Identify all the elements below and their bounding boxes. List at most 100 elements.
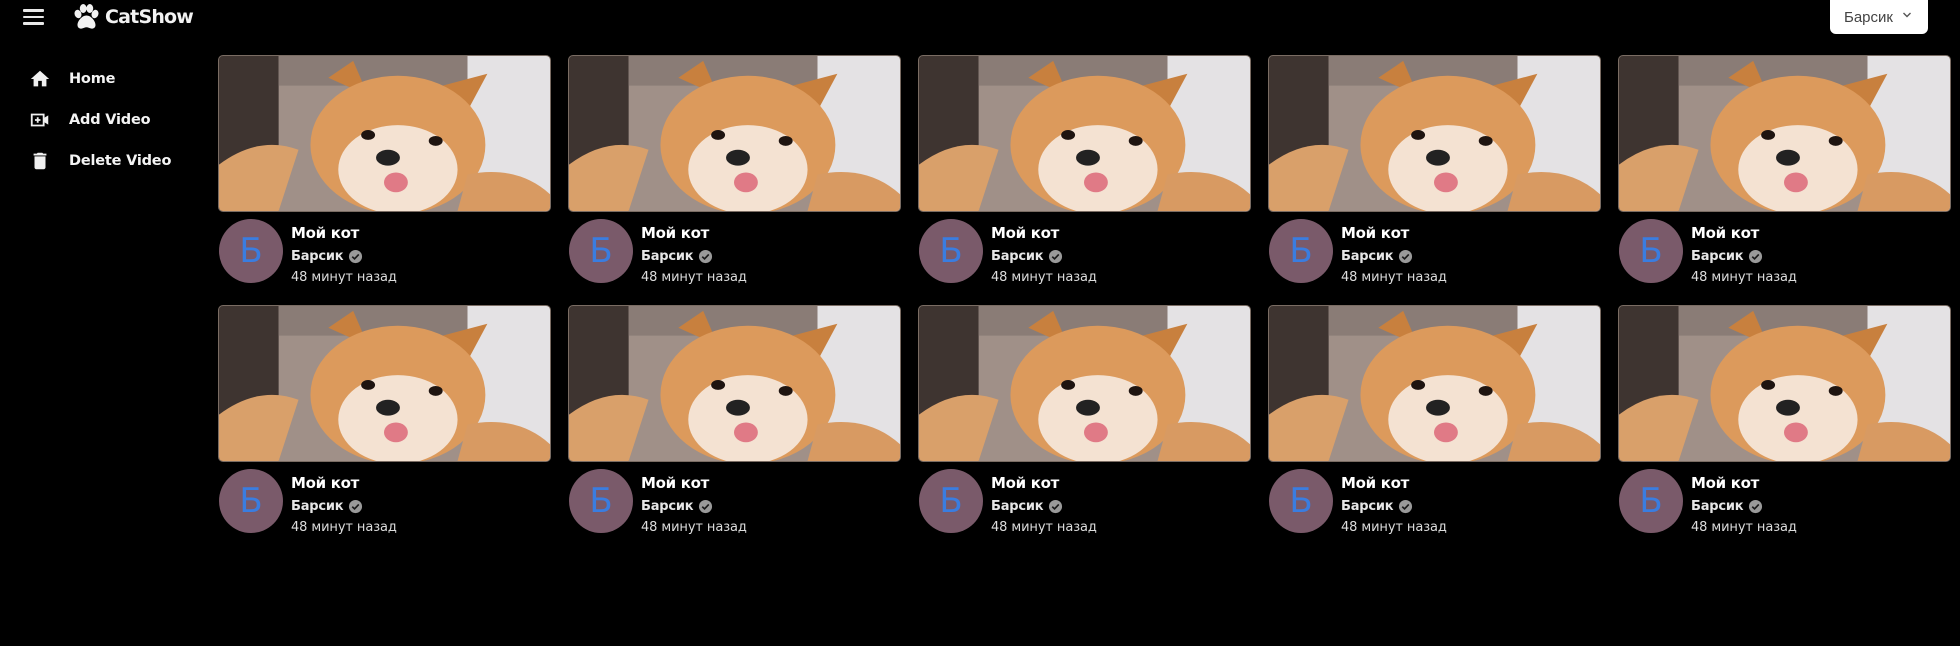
video-title[interactable]: Мой кот: [1341, 224, 1409, 242]
video-meta: Б Мой кот Барсик 48 минут назад: [218, 212, 551, 285]
video-card[interactable]: Б Мой кот Барсик 48 минут назад: [218, 305, 551, 535]
video-card[interactable]: Б Мой кот Барсик 48 минут назад: [568, 305, 901, 535]
verified-check-icon: [699, 249, 713, 264]
tongue: [384, 422, 408, 443]
video-card[interactable]: Б Мой кот Барсик 48 минут назад: [918, 55, 1251, 285]
video-card[interactable]: Б Мой кот Барсик 48 минут назад: [1268, 305, 1601, 535]
video-timestamp: 48 минут назад: [991, 520, 1097, 535]
avatar[interactable]: Б: [1619, 219, 1683, 283]
chevron-down-icon: [1903, 12, 1911, 18]
paw-icon: [74, 4, 99, 29]
video-title[interactable]: Мой кот: [1691, 224, 1759, 242]
video-title[interactable]: Мой кот: [991, 474, 1059, 492]
nose: [726, 399, 750, 416]
channel-label: Барсик: [641, 249, 694, 264]
avatar[interactable]: Б: [569, 219, 633, 283]
verified-check-icon: [1749, 249, 1763, 264]
video-card[interactable]: Б Мой кот Барсик 48 минут назад: [1268, 55, 1601, 285]
video-thumbnail[interactable]: [218, 55, 551, 212]
channel-label: Барсик: [1341, 249, 1394, 264]
eye-right: [1828, 385, 1843, 396]
video-title[interactable]: Мой кот: [291, 224, 359, 242]
video-thumbnail[interactable]: [218, 305, 551, 462]
video-meta: Б Мой кот Барсик 48 минут назад: [1268, 212, 1601, 285]
channel-label: Барсик: [291, 499, 344, 514]
video-grid: Б Мой кот Барсик 48 минут назад Б Мой ко…: [218, 55, 1952, 535]
video-title[interactable]: Мой кот: [991, 224, 1059, 242]
eye-left: [1761, 130, 1776, 140]
tongue: [734, 172, 758, 193]
nose: [1776, 399, 1800, 416]
dog-thumbnail-image: [1269, 306, 1600, 461]
video-thumbnail[interactable]: [1268, 305, 1601, 462]
eye-left: [361, 130, 376, 140]
video-thumbnail[interactable]: [568, 55, 901, 212]
eye-right: [1828, 135, 1843, 146]
dog-thumbnail-image: [919, 56, 1250, 211]
avatar-letter: Б: [589, 231, 613, 271]
sidebar-item-add-video[interactable]: Add Video: [0, 99, 200, 140]
channel-name[interactable]: Барсик: [1341, 249, 1413, 264]
nose: [376, 149, 400, 166]
video-meta: Б Мой кот Барсик 48 минут назад: [568, 462, 901, 535]
video-title[interactable]: Мой кот: [1691, 474, 1759, 492]
video-meta: Б Мой кот Барсик 48 минут назад: [1618, 462, 1951, 535]
avatar[interactable]: Б: [219, 219, 283, 283]
channel-name[interactable]: Барсик: [1691, 499, 1763, 514]
avatar[interactable]: Б: [219, 469, 283, 533]
account-dropdown-button[interactable]: Барсик: [1830, 0, 1928, 34]
tongue: [1084, 422, 1108, 443]
video-thumbnail[interactable]: [1268, 55, 1601, 212]
eye-left: [361, 380, 376, 390]
hamburger-menu-icon[interactable]: [22, 6, 46, 28]
eye-right: [428, 385, 443, 396]
video-thumbnail[interactable]: [1618, 305, 1951, 462]
avatar[interactable]: Б: [919, 219, 983, 283]
video-timestamp: 48 минут назад: [1691, 270, 1797, 285]
channel-name[interactable]: Барсик: [641, 249, 713, 264]
avatar-letter: Б: [239, 231, 263, 271]
video-thumbnail[interactable]: [568, 305, 901, 462]
video-title[interactable]: Мой кот: [291, 474, 359, 492]
sidebar-item-delete-video[interactable]: Delete Video: [0, 140, 200, 181]
dog-thumbnail-image: [219, 56, 550, 211]
video-timestamp: 48 минут назад: [991, 270, 1097, 285]
channel-name[interactable]: Барсик: [1341, 499, 1413, 514]
dog-thumbnail-image: [919, 306, 1250, 461]
video-thumbnail[interactable]: [918, 305, 1251, 462]
avatar[interactable]: Б: [919, 469, 983, 533]
account-label: Барсик: [1844, 8, 1893, 26]
video-card[interactable]: Б Мой кот Барсик 48 минут назад: [1618, 55, 1951, 285]
dog-thumbnail-image: [1619, 306, 1950, 461]
video-title[interactable]: Мой кот: [1341, 474, 1409, 492]
video-card[interactable]: Б Мой кот Барсик 48 минут назад: [568, 55, 901, 285]
avatar-letter: Б: [939, 481, 963, 521]
sidebar-item-label: Home: [69, 70, 116, 87]
video-title[interactable]: Мой кот: [641, 474, 709, 492]
avatar[interactable]: Б: [1269, 469, 1333, 533]
video-thumbnail[interactable]: [918, 55, 1251, 212]
logo[interactable]: CatShow: [70, 0, 194, 34]
verified-check-icon: [1749, 499, 1763, 514]
channel-name[interactable]: Барсик: [291, 499, 363, 514]
video-title[interactable]: Мой кот: [641, 224, 709, 242]
channel-name[interactable]: Барсик: [1691, 249, 1763, 264]
video-timestamp: 48 минут назад: [291, 520, 397, 535]
avatar[interactable]: Б: [1619, 469, 1683, 533]
avatar[interactable]: Б: [569, 469, 633, 533]
nose: [376, 399, 400, 416]
verified-check-icon: [699, 499, 713, 514]
eye-left: [1761, 380, 1776, 390]
channel-name[interactable]: Барсик: [991, 249, 1063, 264]
video-thumbnail[interactable]: [1618, 55, 1951, 212]
channel-name[interactable]: Барсик: [641, 499, 713, 514]
channel-name[interactable]: Барсик: [991, 499, 1063, 514]
channel-name[interactable]: Барсик: [291, 249, 363, 264]
sidebar-item-home[interactable]: Home: [0, 58, 200, 99]
video-card[interactable]: Б Мой кот Барсик 48 минут назад: [218, 55, 551, 285]
video-card[interactable]: Б Мой кот Барсик 48 минут назад: [918, 305, 1251, 535]
video-card[interactable]: Б Мой кот Барсик 48 минут назад: [1618, 305, 1951, 535]
avatar[interactable]: Б: [1269, 219, 1333, 283]
eye-right: [1128, 385, 1143, 396]
nose: [1076, 399, 1100, 416]
